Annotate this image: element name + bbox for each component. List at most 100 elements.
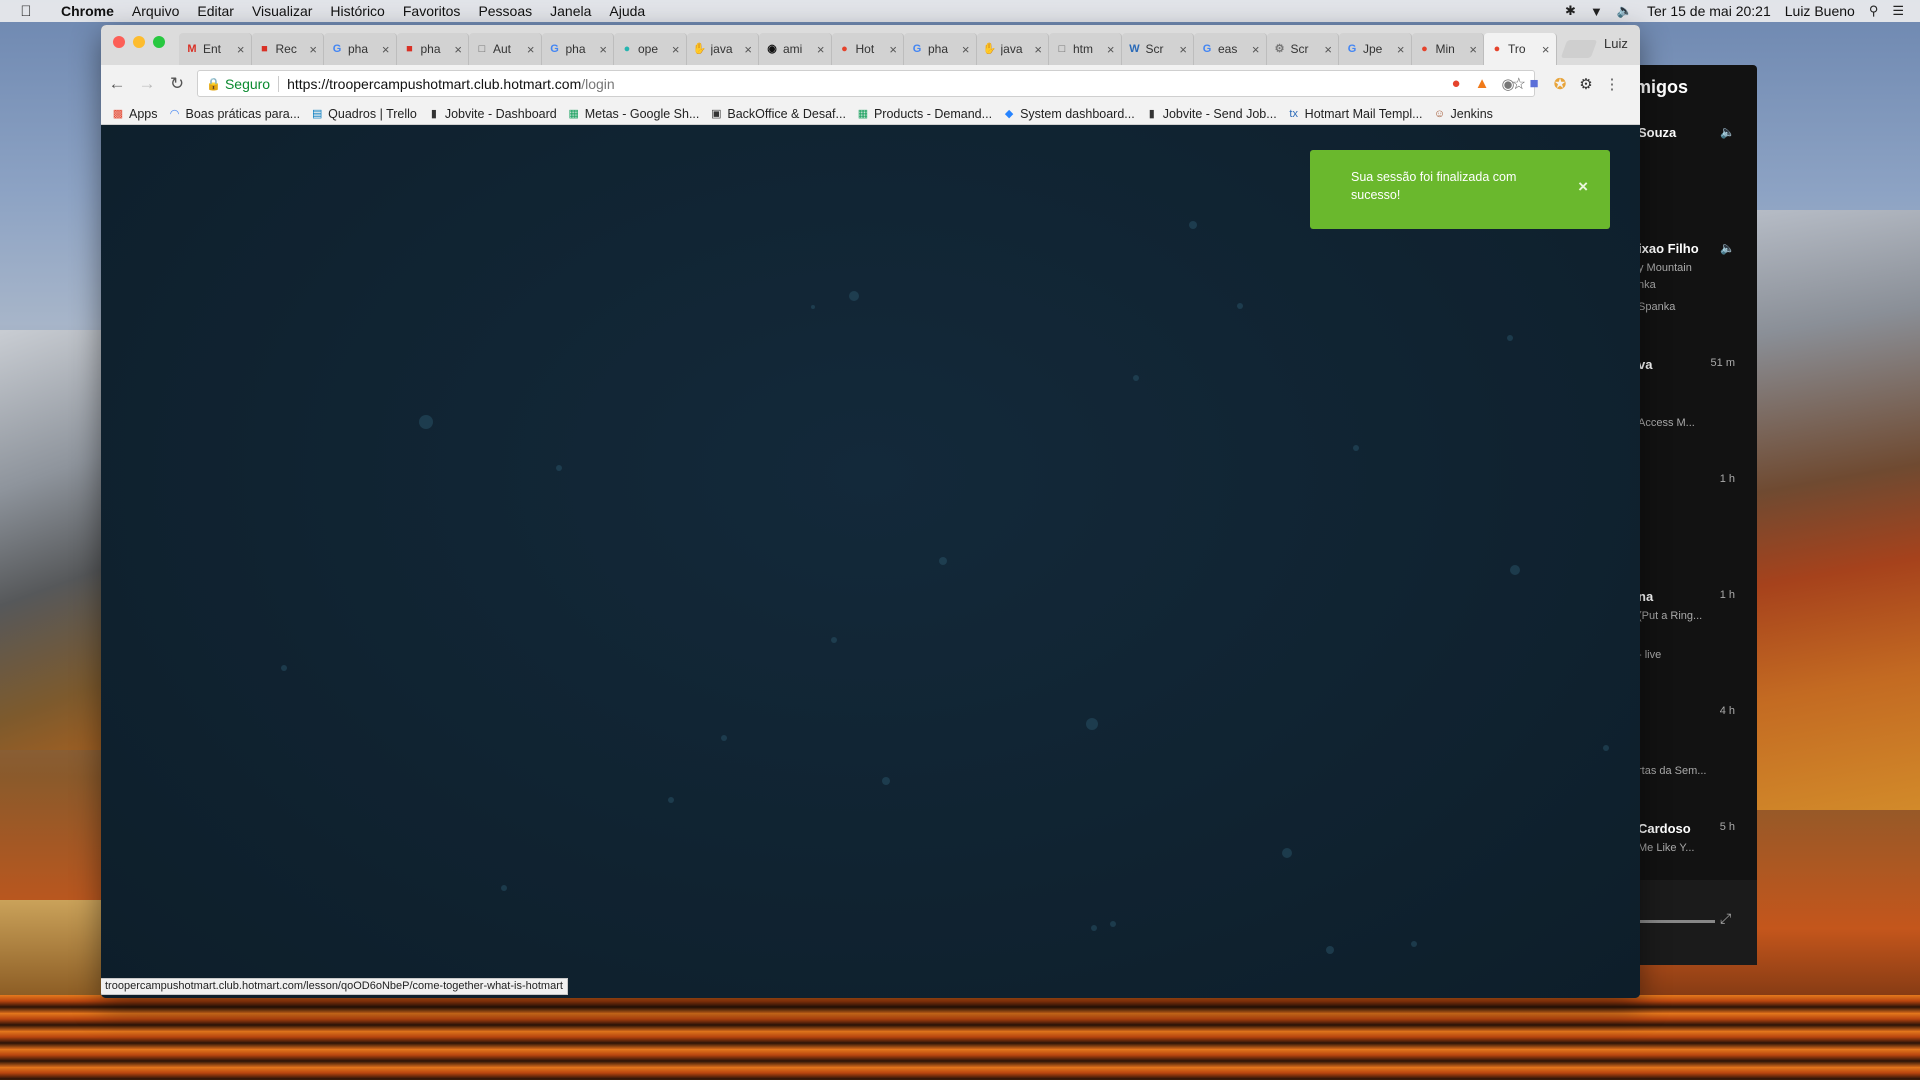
bookmark-item[interactable]: ▩ Apps [111,107,158,121]
bookmark-item[interactable]: ◠ Boas práticas para... [168,107,300,121]
friend-name[interactable]: Cardoso [1638,821,1691,836]
friend-artist[interactable]: nka [1638,279,1656,291]
expand-icon[interactable]: ⤢ [1720,910,1731,927]
fullscreen-window-button[interactable] [153,36,165,48]
bookmark-item[interactable]: ▣ BackOffice & Desaf... [709,107,846,121]
reload-icon[interactable]: ↻ [163,74,191,94]
friend-name[interactable]: na [1638,589,1653,604]
browser-tab[interactable]: Geas × [1194,33,1267,65]
browser-tab[interactable]: ● Hot × [831,33,904,65]
bookmark-item[interactable]: tx Hotmart Mail Templ... [1287,107,1422,121]
bluetooth-icon[interactable]: ✱ [1565,3,1576,19]
notification-center-icon[interactable]: ☰ [1892,3,1904,19]
browser-tab[interactable]: ● Min × [1411,33,1484,65]
browser-tab[interactable]: ■ Rec × [251,33,324,65]
browser-tab[interactable]: ⚙ Scr × [1266,33,1339,65]
volume-icon[interactable]: 🔈 [1617,3,1633,19]
url-path[interactable]: /login [581,76,614,92]
browser-tab[interactable]: W Scr × [1121,33,1194,65]
friend-track[interactable]: y Mountain [1638,262,1692,274]
browser-tab[interactable]: ◉ ami × [759,33,832,65]
menu-clock[interactable]: Ter 15 de mai 20:21 [1647,3,1771,19]
back-arrow-icon[interactable]: ← [103,74,131,94]
browser-tab[interactable]: Gpha × [324,33,397,65]
hotmart-extension-icon[interactable]: ● [1447,75,1465,92]
browser-tab[interactable]: Gpha × [904,33,977,65]
tab-close-icon[interactable]: × [889,42,897,57]
bookmark-item[interactable]: ▦ Metas - Google Sh... [567,107,700,121]
tab-close-icon[interactable]: × [744,42,752,57]
tab-close-icon[interactable]: × [1179,42,1187,57]
menu-arquivo[interactable]: Arquivo [123,3,188,19]
friend-track[interactable]: (Put a Ring... [1638,610,1702,622]
friend-context[interactable]: Access M... [1638,417,1695,429]
close-window-button[interactable] [113,36,125,48]
url-host[interactable]: https://troopercampushotmart.club.hotmar… [287,76,581,92]
volume-slider[interactable] [1640,920,1715,923]
friend-name[interactable]: Souza [1638,125,1676,140]
wifi-icon[interactable]: ▼ [1590,4,1603,19]
tab-close-icon[interactable]: × [382,42,390,57]
bookmark-item[interactable]: ▮ Jobvite - Send Job... [1145,107,1277,121]
menu-janela[interactable]: Janela [541,3,600,19]
chrome-menu-icon[interactable]: ⋮ [1603,75,1621,93]
tab-close-icon[interactable]: × [1107,42,1115,57]
bookmark-item[interactable]: ☺ Jenkins [1433,107,1493,121]
bookmark-item[interactable]: ◆ System dashboard... [1002,107,1135,121]
browser-tab[interactable]: ● Tro × [1484,33,1557,65]
friend-context[interactable]: Spanka [1638,301,1675,313]
tab-close-icon[interactable]: × [1324,42,1332,57]
apple-menu-icon[interactable]:  [0,3,52,20]
color-extension-icon[interactable]: ■ [1525,75,1543,92]
tab-close-icon[interactable]: × [962,42,970,57]
browser-tab[interactable]: Gpha × [541,33,614,65]
friend-context[interactable]: rtas da Sem... [1638,765,1706,777]
tab-close-icon[interactable]: × [454,42,462,57]
address-bar[interactable]: 🔒 Seguro https://troopercampushotmart.cl… [197,70,1535,97]
browser-tab[interactable]: □ Aut × [469,33,542,65]
minimize-window-button[interactable] [133,36,145,48]
friend-context[interactable]: - live [1638,649,1661,661]
tab-close-icon[interactable]: × [1252,42,1260,57]
circle-extension-icon[interactable]: ✪ [1551,75,1569,93]
friend-name[interactable]: ixao Filho [1638,241,1699,256]
browser-tab[interactable]: ✋ java × [976,33,1049,65]
tab-close-icon[interactable]: × [1469,42,1477,57]
tab-close-icon[interactable]: × [817,42,825,57]
flame-extension-icon[interactable]: ▲ [1473,75,1491,92]
bookmark-item[interactable]: ▤ Quadros | Trello [310,107,417,121]
browser-tab[interactable]: ● ope × [614,33,687,65]
tab-close-icon[interactable]: × [672,42,680,57]
browser-tab[interactable]: ■ pha × [396,33,469,65]
friend-track[interactable]: Me Like Y... [1638,842,1694,854]
browser-tab[interactable]: G Jpe × [1339,33,1412,65]
menu-ajuda[interactable]: Ajuda [600,3,654,19]
tab-close-icon[interactable]: × [309,42,317,57]
spotlight-search-icon[interactable]: ⚲ [1869,3,1879,19]
menu-editar[interactable]: Editar [188,3,243,19]
bookmark-item[interactable]: ▮ Jobvite - Dashboard [427,107,557,121]
tab-close-icon[interactable]: × [1034,42,1042,57]
menu-pessoas[interactable]: Pessoas [469,3,541,19]
forward-arrow-icon[interactable]: → [133,74,161,94]
tab-close-icon[interactable]: × [599,42,607,57]
menu-user-name[interactable]: Luiz Bueno [1785,3,1855,19]
browser-tab[interactable]: □ htm × [1049,33,1122,65]
new-tab-button[interactable] [1560,40,1598,58]
browser-tab[interactable]: M Ent × [179,33,252,65]
browser-tab[interactable]: ✋ java × [686,33,759,65]
menu-historico[interactable]: Histórico [321,3,393,19]
profile-button[interactable]: Luiz [1604,36,1628,51]
tab-close-icon[interactable]: × [527,42,535,57]
menu-visualizar[interactable]: Visualizar [243,3,321,19]
menu-app-chrome[interactable]: Chrome [52,3,123,19]
settings-extension-icon[interactable]: ⚙ [1577,75,1595,93]
camera-extension-icon[interactable]: ◉ [1499,75,1517,93]
friend-name[interactable]: va [1638,357,1652,372]
lock-icon[interactable]: 🔒 [206,77,221,91]
secure-label[interactable]: Seguro [225,75,280,92]
tab-close-icon[interactable]: × [1397,42,1405,57]
bookmark-item[interactable]: ▦ Products - Demand... [856,107,992,121]
toast-close-icon[interactable]: × [1578,178,1588,196]
tab-close-icon[interactable]: × [237,42,245,57]
